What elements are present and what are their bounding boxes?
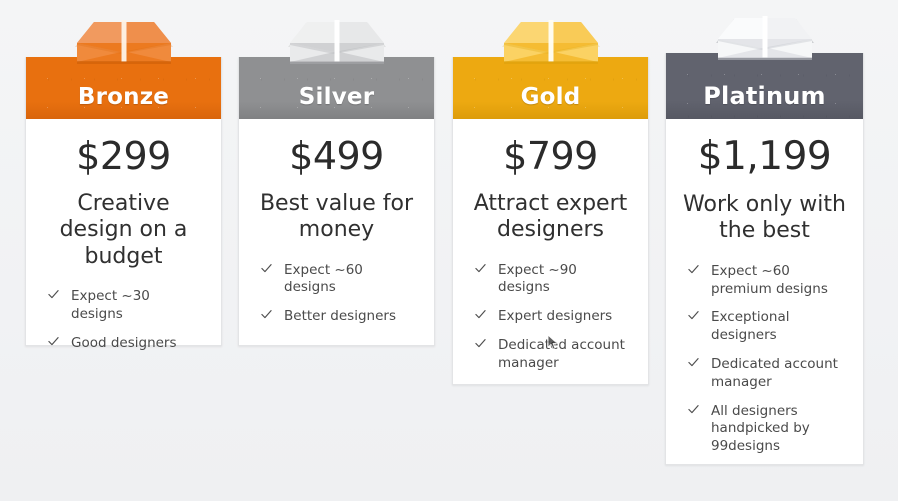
plan-name-platinum: Platinum <box>703 82 826 110</box>
plan-name-silver: Silver <box>298 84 375 110</box>
pricing-card-platinum[interactable]: Platinum $1,199 Work only with the best … <box>665 16 864 465</box>
feature-text: Expect ~60 premium designs <box>711 262 828 297</box>
feature-list-gold: Expect ~90 designs Expert designers Dedi… <box>467 262 634 373</box>
list-item: All designers handpicked by 99designs <box>688 403 847 456</box>
check-icon <box>261 263 278 274</box>
plan-tagline-bronze: Creative design on a budget <box>59 190 188 269</box>
check-icon <box>688 357 705 368</box>
check-icon <box>475 338 492 349</box>
list-item: Exceptional designers <box>688 309 847 345</box>
feature-text: Dedicated account manager <box>711 355 838 390</box>
card-header-silver: Silver <box>239 20 434 119</box>
feature-text: Dedicated account manager <box>498 337 625 371</box>
plan-tagline-platinum: Work only with the best <box>683 191 846 244</box>
check-icon <box>688 264 705 275</box>
check-icon <box>48 336 65 347</box>
feature-text: Expert designers <box>498 308 613 325</box>
card-header-gold: Gold <box>453 20 648 119</box>
feature-text: Expect ~60 designs <box>284 261 363 296</box>
feature-text: Exceptional designers <box>711 309 790 344</box>
plan-price-platinum: $1,199 <box>697 134 832 179</box>
card-body-silver: $499 Best value for money Expect ~60 des… <box>239 134 434 342</box>
list-item: Dedicated account manager <box>688 356 847 392</box>
plan-tagline-gold: Attract expert designers <box>473 190 628 243</box>
list-item: Dedicated account manager <box>475 337 632 373</box>
list-item: Expect ~30 designs <box>48 288 205 324</box>
feature-text: Expect ~90 designs <box>498 261 577 296</box>
check-icon <box>475 309 492 320</box>
feature-text: Good designers <box>71 334 177 351</box>
feature-list-bronze: Expect ~30 designs Good designers <box>40 288 207 352</box>
list-item: Expect ~60 premium designs <box>688 263 847 299</box>
plan-name-bronze: Bronze <box>77 84 170 110</box>
list-item: Good designers <box>48 335 205 353</box>
package-box-icon <box>74 9 173 65</box>
plan-price-silver: $499 <box>289 134 384 178</box>
feature-text: Expect ~30 designs <box>71 288 150 322</box>
package-box-icon <box>287 9 386 65</box>
check-icon <box>475 263 492 274</box>
pricing-card-gold[interactable]: Gold $799 Attract expert designers Expec… <box>452 20 649 385</box>
feature-list-silver: Expect ~60 designs Better designers <box>253 262 420 326</box>
list-item: Expect ~60 designs <box>261 262 418 298</box>
pricing-table: Bronze $299 Creative design on a budget … <box>0 0 898 501</box>
feature-list-platinum: Expect ~60 premium designs Exceptional d… <box>680 263 849 456</box>
plan-price-bronze: $299 <box>76 134 171 178</box>
feature-text: All designers handpicked by 99designs <box>711 402 810 455</box>
check-icon <box>48 289 65 300</box>
feature-text: Better designers <box>284 308 396 325</box>
card-body-bronze: $299 Creative design on a budget Expect … <box>26 134 221 369</box>
list-item: Expect ~90 designs <box>475 262 632 298</box>
card-body-gold: $799 Attract expert designers Expect ~90… <box>453 134 648 389</box>
check-icon <box>688 404 705 415</box>
plan-tagline-silver: Best value for money <box>259 190 414 243</box>
plan-name-gold: Gold <box>520 84 581 110</box>
pricing-card-bronze[interactable]: Bronze $299 Creative design on a budget … <box>25 20 222 351</box>
card-header-platinum: Platinum <box>666 16 863 119</box>
list-item: Expert designers <box>475 308 632 326</box>
card-header-bronze: Bronze <box>26 20 221 119</box>
check-icon <box>261 309 278 320</box>
package-box-icon <box>501 9 600 65</box>
pricing-card-silver[interactable]: Silver $499 Best value for money Expect … <box>238 20 435 346</box>
package-box-icon <box>715 5 814 61</box>
plan-price-gold: $799 <box>503 134 598 178</box>
check-icon <box>688 310 705 321</box>
card-body-platinum: $1,199 Work only with the best Expect ~6… <box>666 134 863 472</box>
list-item: Better designers <box>261 308 418 326</box>
